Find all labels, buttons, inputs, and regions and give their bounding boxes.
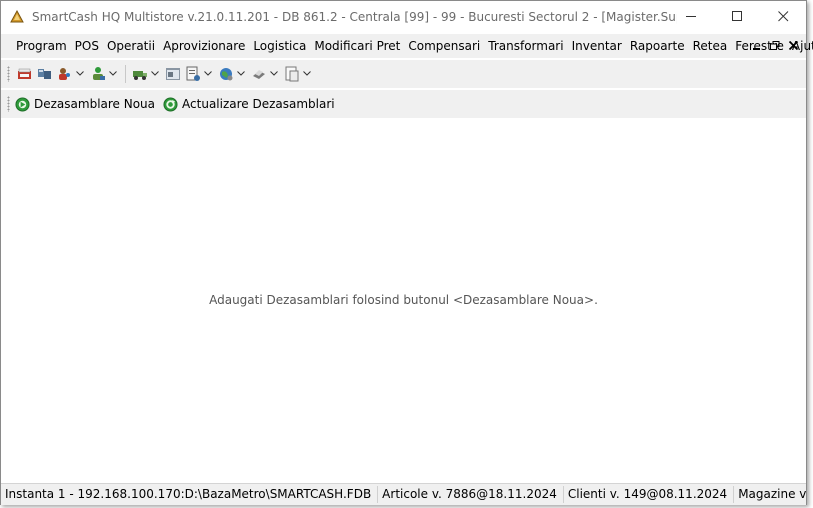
menu-modificari-pret[interactable]: Modificari Pret bbox=[310, 39, 404, 53]
refresh-disassemblies-label: Actualizare Dezasamblari bbox=[182, 97, 335, 111]
refresh-disassemblies-button[interactable]: Actualizare Dezasamblari bbox=[163, 96, 335, 112]
status-instance: Instanta 1 - 192.168.100.170:D:\BazaMetr… bbox=[1, 486, 379, 503]
actions-toolbar: Dezasamblare Noua Actualizare Dezasambla… bbox=[1, 90, 806, 118]
chevron-down-icon[interactable] bbox=[76, 69, 84, 79]
chevron-down-icon[interactable] bbox=[204, 69, 212, 79]
menu-program[interactable]: Program bbox=[12, 39, 71, 53]
print-button[interactable] bbox=[249, 63, 282, 85]
menu-transformari[interactable]: Transformari bbox=[484, 39, 567, 53]
document-icon bbox=[186, 66, 200, 81]
new-disassembly-button[interactable]: Dezasamblare Noua bbox=[15, 96, 156, 112]
menu-logistica[interactable]: Logistica bbox=[249, 39, 310, 53]
globe-icon bbox=[220, 68, 233, 81]
page-button[interactable] bbox=[282, 63, 315, 85]
vehicle-icon bbox=[133, 71, 147, 80]
minimize-button[interactable] bbox=[668, 1, 714, 32]
vehicle-button[interactable] bbox=[130, 63, 163, 85]
chevron-down-icon[interactable] bbox=[151, 69, 159, 79]
menu-bar: Program POS Operatii Aprovizionare Logis… bbox=[1, 34, 813, 58]
content-area: Adaugati Dezasamblari folosind butonul <… bbox=[1, 119, 806, 481]
smartcash-logo-icon bbox=[10, 9, 26, 25]
window-title: SmartCash HQ Multistore v.21.0.11.201 - … bbox=[32, 9, 677, 24]
empty-state-hint: Adaugati Dezasamblari folosind butonul <… bbox=[209, 293, 598, 307]
status-articles: Articole v. 7886@18.11.2024 bbox=[378, 486, 564, 503]
users-icon bbox=[59, 68, 70, 80]
window-button[interactable] bbox=[163, 63, 183, 85]
window-icon bbox=[166, 68, 180, 80]
title-bar[interactable]: SmartCash HQ Multistore v.21.0.11.201 - … bbox=[1, 1, 806, 32]
chevron-down-icon[interactable] bbox=[237, 69, 245, 79]
chevron-down-icon[interactable] bbox=[109, 69, 117, 79]
menu-inventar[interactable]: Inventar bbox=[568, 39, 626, 53]
status-clients: Clienti v. 149@08.11.2024 bbox=[564, 486, 735, 503]
actions-toolbar-grip[interactable] bbox=[7, 96, 10, 112]
open-button[interactable] bbox=[15, 63, 35, 85]
refresh-icon bbox=[163, 96, 178, 112]
new-disassembly-label: Dezasamblare Noua bbox=[34, 97, 156, 111]
mdi-child-controls bbox=[753, 34, 799, 58]
mdi-close-icon[interactable] bbox=[788, 40, 799, 53]
page-icon bbox=[285, 66, 299, 82]
open-icon bbox=[18, 68, 31, 79]
mdi-restore-icon[interactable] bbox=[770, 40, 780, 53]
close-button[interactable] bbox=[760, 1, 806, 32]
modules-button[interactable] bbox=[35, 63, 55, 85]
document-button[interactable] bbox=[183, 63, 216, 85]
menu-rapoarte[interactable]: Rapoarte bbox=[626, 39, 689, 53]
menu-operatii[interactable]: Operatii bbox=[103, 39, 159, 53]
chevron-down-icon[interactable] bbox=[303, 69, 311, 79]
menu-retea[interactable]: Retea bbox=[689, 39, 732, 53]
modules-icon bbox=[38, 69, 51, 79]
status-stores: Magazine v. 100@07.11.2024 bbox=[734, 486, 806, 503]
print-icon bbox=[253, 70, 265, 79]
globe-button[interactable] bbox=[216, 63, 249, 85]
mdi-minimize-icon[interactable] bbox=[753, 40, 761, 53]
chevron-down-icon[interactable] bbox=[270, 69, 278, 79]
users-button[interactable] bbox=[55, 63, 88, 85]
main-toolbar bbox=[1, 60, 806, 88]
maximize-button[interactable] bbox=[714, 1, 760, 32]
menu-pos[interactable]: POS bbox=[71, 39, 103, 53]
toolbar-grip[interactable] bbox=[7, 66, 10, 82]
transfer-icon bbox=[93, 67, 105, 80]
toolbar-separator bbox=[125, 65, 126, 83]
status-bar: Instanta 1 - 192.168.100.170:D:\BazaMetr… bbox=[1, 483, 806, 505]
add-circle-icon bbox=[15, 96, 30, 112]
window-controls bbox=[668, 1, 806, 32]
menu-compensari[interactable]: Compensari bbox=[404, 39, 484, 53]
menu-aprovizionare[interactable]: Aprovizionare bbox=[159, 39, 249, 53]
app-window: SmartCash HQ Multistore v.21.0.11.201 - … bbox=[0, 0, 813, 505]
transfer-button[interactable] bbox=[88, 63, 121, 85]
